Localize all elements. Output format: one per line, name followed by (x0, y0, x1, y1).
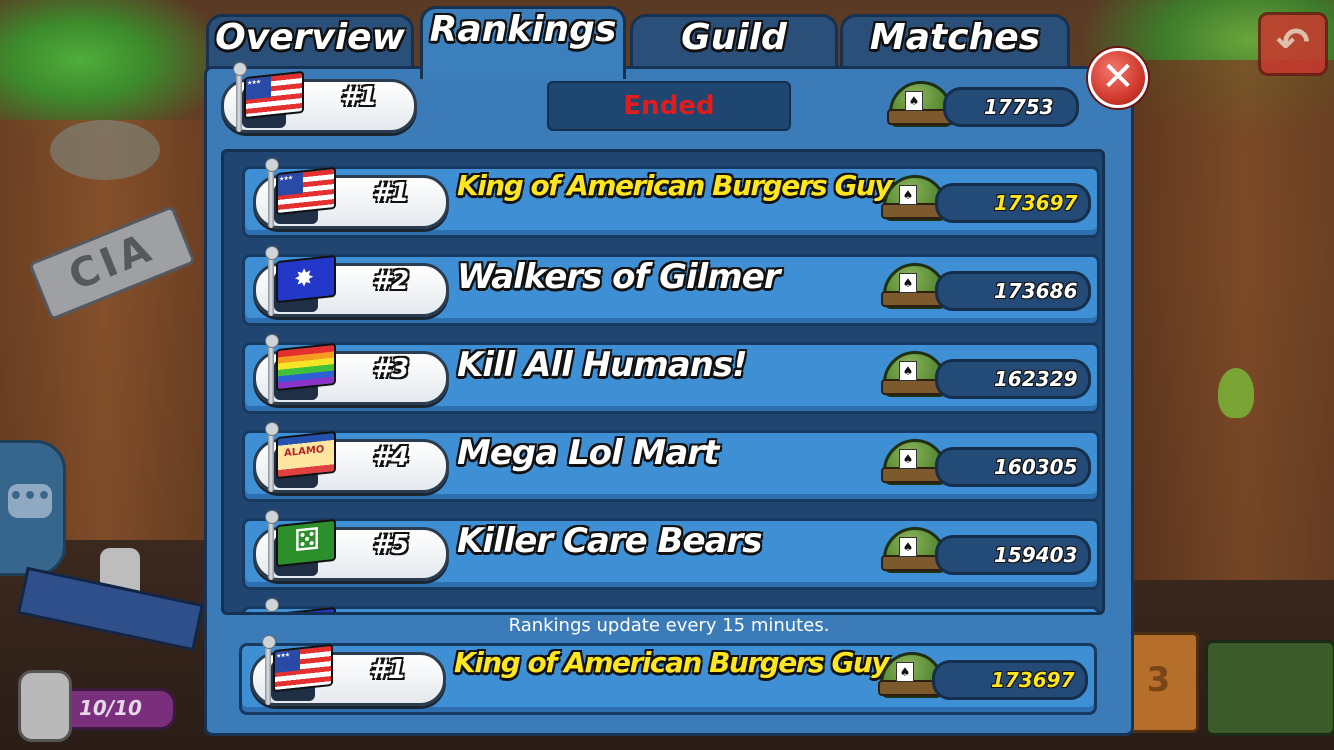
my-guild-row[interactable]: #1 King of American Burgers Guy ♠ 173697 (239, 635, 1097, 715)
guild-name: King of American Burgers Guy (457, 169, 893, 202)
leaderboard-row[interactable]: #3 Kill All Humans! ♠ 162329 (242, 334, 1100, 414)
tab-rankings[interactable]: Rankings (420, 6, 626, 79)
guild-name: Mega Lol Mart (457, 433, 719, 473)
us-flag-icon (244, 70, 304, 120)
guild-score: 173697 (932, 660, 1088, 700)
helmet-icon: ♠ (887, 81, 955, 127)
my-rank: #1 (340, 82, 378, 112)
row-rank: #2 (372, 266, 410, 296)
cliff-right (1114, 60, 1334, 580)
guild-name: King of American Burgers Guy (454, 646, 890, 679)
guild-score: 173697 (935, 183, 1091, 223)
leaderboard-list[interactable]: #1 King of American Burgers Guy ♠ 173697… (221, 149, 1105, 615)
alien-decoration (1218, 368, 1254, 418)
energy-meter: 10/10 (60, 688, 176, 730)
row-rank: #5 (372, 530, 410, 560)
my-score: 17753 (943, 87, 1079, 127)
close-button[interactable]: ✕ (1088, 48, 1148, 108)
chat-icon[interactable]: ••• (8, 484, 52, 518)
leaderboard-row[interactable]: #4 Mega Lol Mart ♠ 160305 (242, 422, 1100, 502)
dogtag-icon (18, 670, 72, 742)
ammo-crate-decoration (1205, 640, 1334, 736)
leaderboard-row[interactable]: #2 Walkers of Gilmer ♠ 173686 (242, 246, 1100, 326)
us-flag-icon (273, 643, 333, 693)
back-arrow-button[interactable]: ↶ (1258, 12, 1328, 76)
ufo-decoration (50, 120, 160, 180)
row-rank: #4 (372, 442, 410, 472)
dice-flag-icon (276, 518, 336, 568)
guild-score: 159403 (935, 535, 1091, 575)
row-rank: #1 (369, 655, 407, 685)
rainbow-flag-icon (276, 342, 336, 392)
leaderboard-row[interactable]: #5 Killer Care Bears ♠ 159403 (242, 510, 1100, 590)
leaderboard-row-partial[interactable] (242, 598, 1100, 612)
guild-name: Killer Care Bears (457, 521, 762, 561)
rankings-panel: #1 Ended ♠ 17753 #1 King of American Bur… (204, 62, 1134, 736)
row-rank: #1 (372, 178, 410, 208)
leaderboard-row[interactable]: #1 King of American Burgers Guy ♠ 173697 (242, 158, 1100, 238)
update-note: Rankings update every 15 minutes. (508, 615, 830, 636)
guild-name: Kill All Humans! (457, 345, 748, 385)
guild-name: Walkers of Gilmer (457, 257, 781, 297)
eagle-flag-icon (276, 254, 336, 304)
guild-score: 162329 (935, 359, 1091, 399)
my-rank-pill: #1 (221, 62, 417, 133)
guild-score: 173686 (935, 271, 1091, 311)
event-status: Ended (547, 81, 791, 131)
alamo-flag-icon (276, 430, 336, 480)
row-rank: #3 (372, 354, 410, 384)
us-flag-icon (276, 166, 336, 216)
guild-score: 160305 (935, 447, 1091, 487)
